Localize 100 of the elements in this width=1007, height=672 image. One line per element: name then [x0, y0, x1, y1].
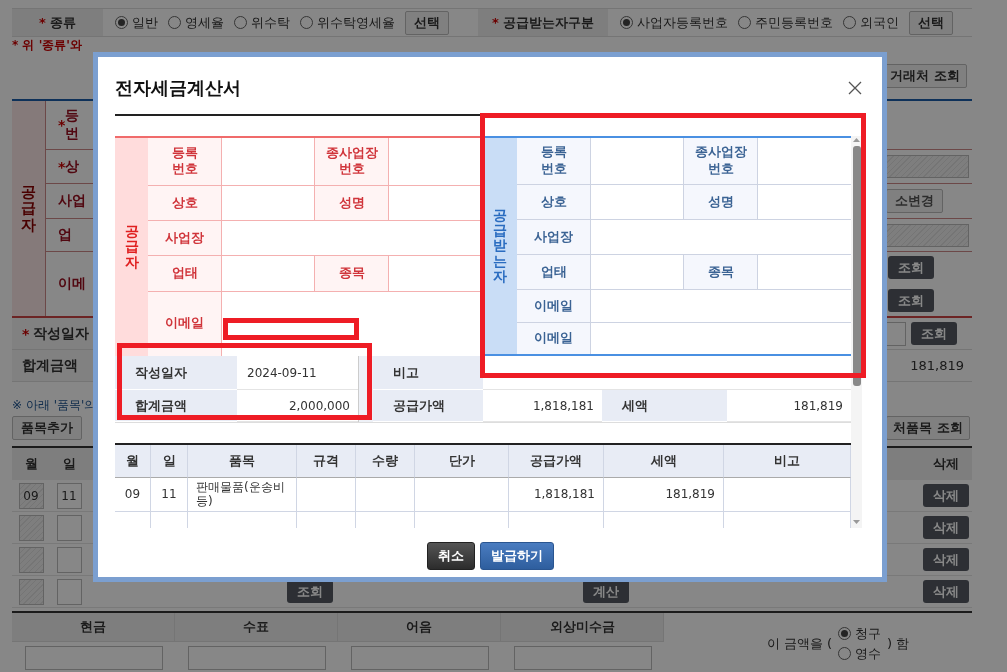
radio-label: 위수탁	[251, 13, 290, 32]
address-change-button[interactable]: 소변경	[886, 189, 943, 214]
claim-text: ) 함	[887, 634, 910, 653]
amount-field[interactable]	[187, 646, 326, 670]
lookup-button[interactable]: 조회	[911, 322, 957, 345]
radio-button[interactable]	[115, 16, 128, 29]
delete-button[interactable]: 삭제	[923, 548, 969, 571]
section-title: 공급자	[21, 183, 36, 234]
field-label: 종목	[684, 255, 758, 290]
field-label: 성명	[684, 185, 758, 220]
field-label: 세액	[602, 390, 727, 422]
radio-label: 외국인	[860, 13, 899, 32]
radio-label: 영수	[855, 644, 882, 663]
column-header: 단가	[415, 445, 509, 478]
field-label: 등록 번호	[148, 138, 222, 185]
day-field[interactable]	[56, 546, 82, 573]
amount-field[interactable]	[24, 646, 163, 670]
field-label: 업태	[148, 256, 222, 291]
field-label: 상호	[517, 185, 591, 220]
column-header: 어음	[338, 613, 501, 642]
field-label: 등록 번호	[517, 138, 591, 185]
partner-items-lookup-button[interactable]: 처품목 조회	[886, 416, 970, 440]
dialog-title: 전자세금계산서	[115, 76, 241, 100]
radio-label: 사업자등록번호	[637, 13, 728, 32]
section-title: 공급자	[124, 223, 139, 271]
delete-button[interactable]: 삭제	[923, 516, 969, 539]
field-label: 종사업장 번호	[684, 138, 758, 185]
amount-field[interactable]	[350, 646, 489, 670]
add-item-button[interactable]: 품목추가	[12, 416, 82, 440]
field-label: 종사업장 번호	[315, 138, 389, 185]
lookup-button[interactable]: 조회	[888, 256, 934, 280]
radio-button[interactable]	[738, 16, 751, 29]
column-header: 월	[23, 455, 39, 473]
radio-label: 영세율	[185, 13, 224, 32]
day-field[interactable]	[56, 514, 82, 541]
month-field[interactable]	[18, 546, 44, 573]
column-header: 비고	[724, 445, 851, 478]
radio-button[interactable]	[838, 627, 852, 640]
radio-label: 주민등록번호	[755, 13, 833, 32]
radio-label: 청구	[855, 624, 882, 643]
select-button[interactable]: 선택	[405, 10, 449, 35]
day-field[interactable]	[56, 578, 82, 605]
field-label: 이메일	[517, 323, 591, 354]
day-field[interactable]: 11	[56, 482, 82, 509]
radio-button[interactable]	[234, 16, 247, 29]
table-cell: 09	[115, 478, 151, 512]
column-header: 현금	[12, 613, 175, 642]
column-header: 일	[151, 445, 188, 478]
column-header: 품목	[188, 445, 297, 478]
field-label: 종목	[315, 256, 389, 291]
total-amount: 181,819	[910, 358, 965, 373]
field-label: 사업장	[517, 220, 591, 255]
month-field[interactable]: 09	[18, 482, 44, 509]
issue-button[interactable]: 발급하기	[479, 542, 554, 570]
scrollbar[interactable]	[851, 136, 862, 528]
field-label: * 종류	[12, 9, 103, 36]
table-cell: 1,818,181	[509, 478, 604, 512]
column-header: 수표	[175, 613, 338, 642]
radio-button[interactable]	[838, 647, 852, 660]
amount-field[interactable]	[513, 646, 652, 670]
delete-button[interactable]: 삭제	[923, 580, 969, 603]
radio-button[interactable]	[300, 16, 313, 29]
table-cell: 181,819	[604, 478, 724, 512]
table-cell: 판매물품(운송비등)	[188, 478, 297, 512]
column-header: 외상미수금	[501, 613, 664, 642]
email-field[interactable]	[223, 317, 359, 340]
notice-text: * 위 '종류'와	[12, 37, 83, 53]
field-label: 공급가액	[373, 390, 483, 422]
field-label: 사업장	[148, 221, 222, 256]
lookup-button[interactable]: 조회	[888, 289, 934, 313]
radio-label: 일반	[132, 13, 158, 32]
column-header: 일	[61, 455, 77, 473]
column-header: 삭제	[932, 455, 960, 473]
select-button[interactable]: 선택	[909, 10, 953, 35]
field-label: 비고	[373, 356, 483, 390]
scroll-down-icon[interactable]	[851, 518, 862, 526]
month-field[interactable]	[18, 578, 44, 605]
scroll-up-icon[interactable]	[851, 136, 862, 144]
cancel-button[interactable]: 취소	[426, 542, 475, 570]
scrollbar-thumb[interactable]	[852, 146, 861, 386]
radio-button[interactable]	[620, 16, 633, 29]
calculate-button[interactable]: 계산	[583, 580, 629, 603]
column-header: 공급가액	[509, 445, 604, 478]
month-field[interactable]	[18, 514, 44, 541]
field-label: 업태	[517, 255, 591, 290]
section-title: 공급받는자	[493, 207, 507, 285]
column-header: 수량	[356, 445, 415, 478]
delete-button[interactable]: 삭제	[923, 484, 969, 507]
column-header: 월	[115, 445, 151, 478]
field-label: 상호	[148, 185, 222, 221]
lookup-button[interactable]: 조회	[287, 580, 333, 603]
close-icon[interactable]	[848, 81, 862, 95]
field-label: * 공급받는자구분	[478, 9, 608, 36]
claim-text: 이 금액을 (	[766, 634, 833, 653]
field-label: 성명	[315, 185, 389, 221]
field-label: 작성일자	[115, 356, 237, 390]
radio-button[interactable]	[843, 16, 856, 29]
radio-label: 위수탁영세율	[317, 13, 395, 32]
radio-button[interactable]	[168, 16, 181, 29]
column-header: 규격	[297, 445, 356, 478]
